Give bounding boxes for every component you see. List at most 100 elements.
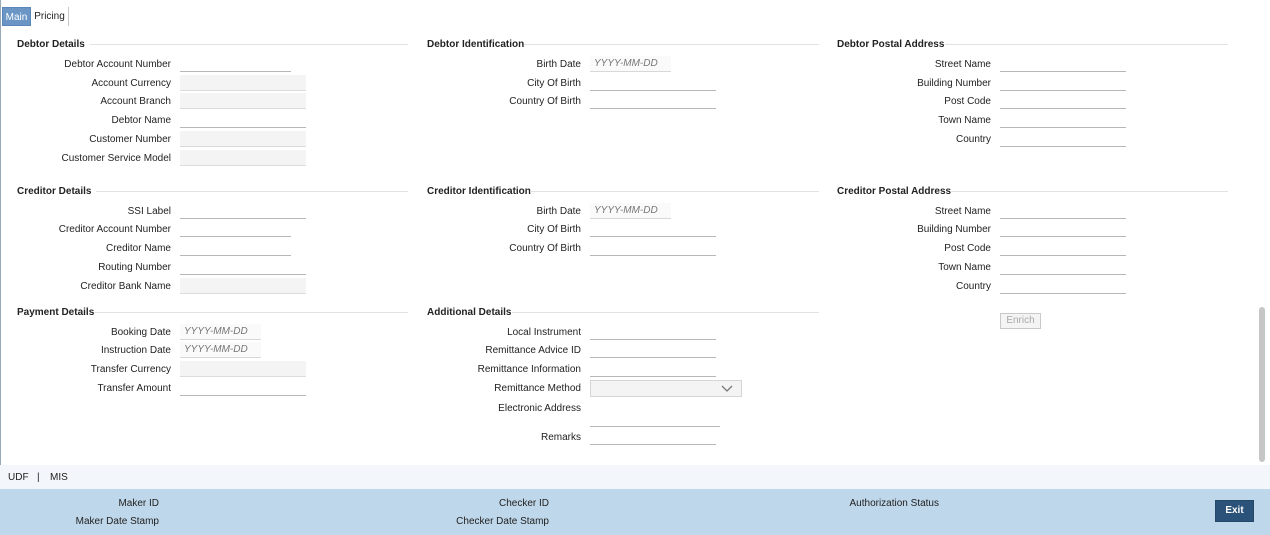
debtor-town-name-input[interactable]	[1000, 112, 1126, 128]
creditor-country-of-birth-input[interactable]	[590, 240, 716, 256]
electronic-address-label: Electronic Address	[498, 403, 581, 414]
remittance-advice-id-label: Remittance Advice ID	[485, 345, 581, 356]
section-divider	[524, 44, 819, 45]
remarks-input[interactable]	[590, 429, 716, 445]
remittance-information-input[interactable]	[590, 361, 716, 377]
authorization-status-label: Authorization Status	[849, 498, 940, 509]
debtor-street-name-label: Street Name	[934, 59, 991, 70]
creditor-account-number-input[interactable]	[180, 221, 291, 237]
account-currency-label: Account Currency	[91, 78, 171, 89]
creditor-bank-name-field	[180, 278, 306, 294]
debtor-city-of-birth-input[interactable]	[590, 75, 716, 91]
link-separator: |	[37, 472, 40, 483]
debtor-birth-date-input[interactable]	[590, 56, 671, 72]
electronic-address-input[interactable]	[590, 411, 720, 427]
section-divider	[96, 191, 408, 192]
creditor-post-code-input[interactable]	[1000, 240, 1126, 256]
routing-number-label: Routing Number	[98, 262, 171, 273]
local-instrument-input[interactable]	[590, 324, 716, 340]
debtor-city-of-birth-label: City Of Birth	[527, 78, 581, 89]
debtor-name-input[interactable]	[180, 112, 306, 128]
debtor-name-label: Debtor Name	[111, 115, 171, 126]
creditor-postal-address-heading: Creditor Postal Address	[837, 186, 952, 197]
remittance-method-select[interactable]	[590, 380, 742, 397]
creditor-post-code-label: Post Code	[944, 243, 991, 254]
debtor-country-input[interactable]	[1000, 131, 1126, 147]
creditor-city-of-birth-input[interactable]	[590, 221, 716, 237]
scrollbar-thumb[interactable]	[1259, 307, 1265, 462]
creditor-street-name-label: Street Name	[934, 206, 991, 217]
creditor-building-number-label: Building Number	[917, 224, 991, 235]
debtor-building-number-label: Building Number	[917, 78, 991, 89]
ssi-label-label: SSI Label	[127, 206, 171, 217]
transfer-amount-label: Transfer Amount	[97, 383, 171, 394]
account-currency-field	[180, 75, 306, 91]
debtor-identification-heading: Debtor Identification	[427, 39, 525, 50]
enrich-button[interactable]: Enrich	[1000, 313, 1041, 329]
audit-footer	[0, 489, 1270, 535]
creditor-city-of-birth-label: City Of Birth	[527, 224, 581, 235]
creditor-country-label: Country	[955, 281, 991, 292]
chevron-down-icon	[721, 382, 733, 397]
creditor-details-heading: Creditor Details	[17, 186, 92, 197]
account-branch-label: Account Branch	[100, 96, 171, 107]
creditor-account-number-label: Creditor Account Number	[58, 224, 171, 235]
customer-number-field	[180, 131, 306, 147]
transfer-amount-input[interactable]	[180, 380, 306, 396]
creditor-bank-name-label: Creditor Bank Name	[80, 281, 171, 292]
tab-pricing[interactable]: Pricing	[31, 7, 69, 26]
creditor-country-input[interactable]	[1000, 278, 1126, 294]
udf-link[interactable]: UDF	[8, 472, 29, 483]
creditor-country-of-birth-label: Country Of Birth	[509, 243, 581, 254]
booking-date-input[interactable]	[180, 324, 261, 340]
debtor-town-name-label: Town Name	[938, 115, 991, 126]
checker-date-stamp-label: Checker Date Stamp	[456, 516, 549, 527]
creditor-town-name-label: Town Name	[938, 262, 991, 273]
creditor-building-number-input[interactable]	[1000, 221, 1126, 237]
instruction-date-input[interactable]	[180, 342, 261, 358]
checker-id-label: Checker ID	[498, 498, 549, 509]
instruction-date-label: Instruction Date	[100, 345, 171, 356]
debtor-details-heading: Debtor Details	[17, 39, 85, 50]
section-divider	[90, 44, 408, 45]
creditor-town-name-input[interactable]	[1000, 259, 1126, 275]
maker-id-label: Maker ID	[118, 498, 159, 509]
customer-service-model-label: Customer Service Model	[61, 153, 171, 164]
creditor-identification-heading: Creditor Identification	[427, 186, 531, 197]
vertical-scrollbar[interactable]	[1258, 0, 1266, 463]
debtor-country-label: Country	[955, 134, 991, 145]
section-divider	[950, 191, 1228, 192]
debtor-birth-date-label: Birth Date	[536, 59, 581, 70]
transfer-currency-field	[180, 361, 306, 377]
remarks-label: Remarks	[540, 432, 581, 443]
exit-button[interactable]: Exit	[1215, 500, 1254, 522]
debtor-country-of-birth-label: Country Of Birth	[509, 96, 581, 107]
maker-date-stamp-label: Maker Date Stamp	[75, 516, 159, 527]
remittance-advice-id-input[interactable]	[590, 342, 716, 358]
creditor-name-label: Creditor Name	[105, 243, 171, 254]
section-divider	[945, 44, 1228, 45]
tab-main[interactable]: Main	[2, 7, 31, 26]
debtor-post-code-input[interactable]	[1000, 93, 1126, 109]
debtor-account-number-input[interactable]	[180, 56, 291, 72]
creditor-birth-date-input[interactable]	[590, 203, 671, 219]
creditor-street-name-input[interactable]	[1000, 203, 1126, 219]
additional-details-heading: Additional Details	[427, 307, 512, 318]
debtor-building-number-input[interactable]	[1000, 75, 1126, 91]
routing-number-input[interactable]	[180, 259, 306, 275]
booking-date-label: Booking Date	[110, 327, 171, 338]
account-branch-field	[180, 93, 306, 109]
creditor-birth-date-label: Birth Date	[536, 206, 581, 217]
ssi-label-input[interactable]	[180, 203, 306, 219]
payment-details-heading: Payment Details	[17, 307, 95, 318]
debtor-street-name-input[interactable]	[1000, 56, 1126, 72]
debtor-country-of-birth-input[interactable]	[590, 93, 716, 109]
mis-link[interactable]: MIS	[50, 472, 68, 483]
local-instrument-label: Local Instrument	[507, 327, 581, 338]
section-divider	[512, 312, 819, 313]
section-divider	[530, 191, 819, 192]
debtor-account-number-label: Debtor Account Number	[64, 59, 171, 70]
debtor-postal-address-heading: Debtor Postal Address	[837, 39, 945, 50]
section-divider	[94, 312, 408, 313]
creditor-name-input[interactable]	[180, 240, 291, 256]
